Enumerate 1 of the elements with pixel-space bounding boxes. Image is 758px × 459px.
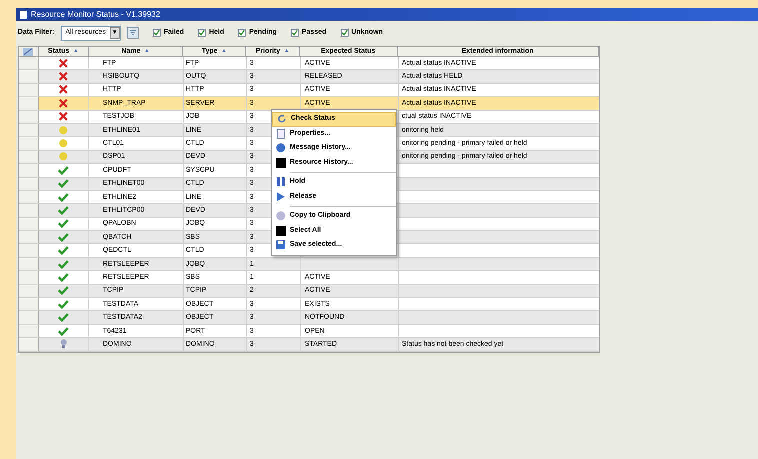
window-title: Resource Monitor Status - V1.39932 <box>31 10 160 18</box>
